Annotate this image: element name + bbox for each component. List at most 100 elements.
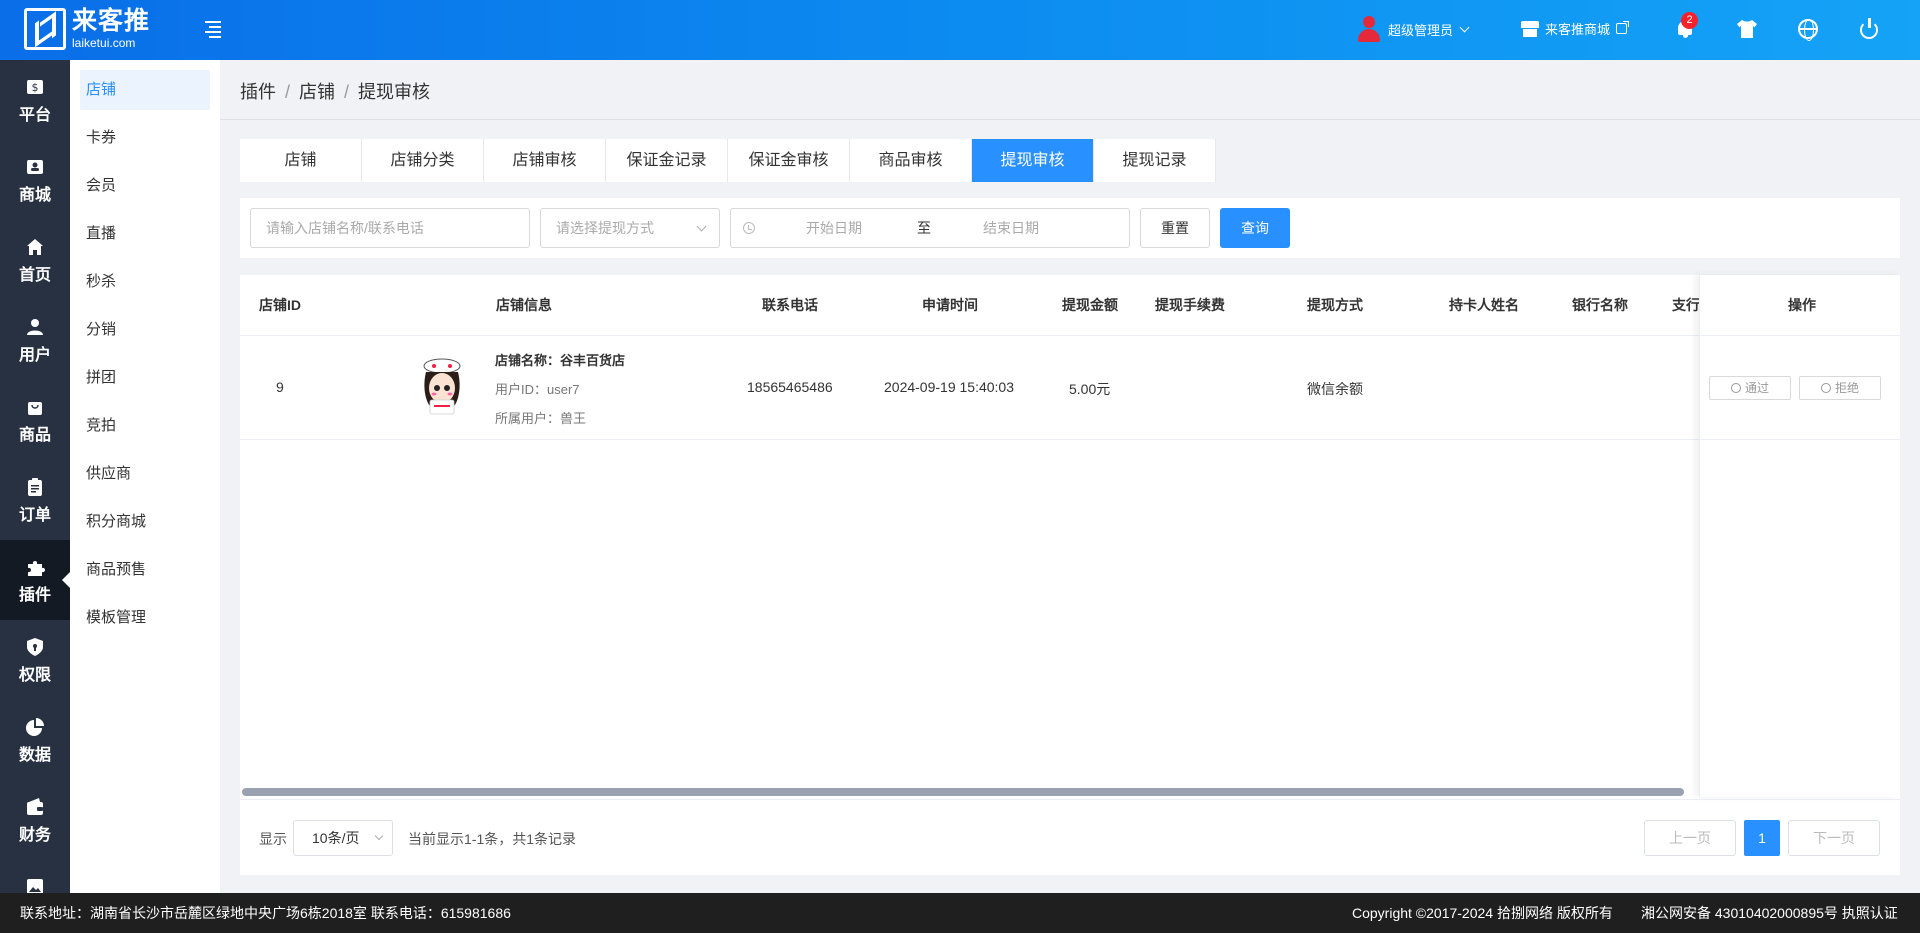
submenu-item-points-mall[interactable]: 积分商城 (80, 502, 210, 542)
cell-phone: 18565465486 (747, 379, 833, 395)
logo[interactable]: 来客推 laiketui.com (24, 8, 150, 50)
breadcrumb-item[interactable]: 店铺 (299, 82, 335, 102)
admin-label: 超级管理员 (1388, 22, 1454, 38)
query-button[interactable]: 查询 (1220, 208, 1290, 248)
column-header: 操作 (1788, 297, 1816, 313)
main-sidebar: $ 平台 商城 首页 用户 商品 订单 插件 权限 数据 财务 (0, 60, 70, 893)
withdraw-method-select[interactable]: 请选择提现方式 (540, 208, 720, 248)
sidebar-label: 平台 (18, 107, 51, 124)
sidebar-label: 订单 (18, 507, 51, 524)
range-separator: 至 (917, 220, 931, 236)
store-avatar (420, 358, 464, 416)
tab-store-category[interactable]: 店铺分类 (362, 139, 484, 182)
filter-bar: 请输入店铺名称/联系电话 请选择提现方式 开始日期 至 结束日期 重置 查询 (240, 198, 1900, 258)
reject-button[interactable]: 拒绝 (1799, 376, 1881, 400)
sidebar-label: 数据 (18, 747, 51, 764)
sidebar-item-data[interactable]: 数据 (0, 700, 70, 780)
sidebar-item-more[interactable] (0, 860, 70, 893)
submenu-item-store[interactable]: 店铺 (80, 70, 210, 110)
power-icon[interactable] (1858, 18, 1880, 40)
sidebar-item-platform[interactable]: $ 平台 (0, 60, 70, 140)
cell-owner: 所属用户：兽王 (495, 411, 587, 426)
date-range-picker[interactable]: 开始日期 至 结束日期 (730, 208, 1130, 248)
search-input[interactable]: 请输入店铺名称/联系电话 (250, 208, 530, 248)
sidebar-item-permission[interactable]: 权限 (0, 620, 70, 700)
submenu-item-supplier[interactable]: 供应商 (80, 454, 210, 494)
sidebar-item-user[interactable]: 用户 (0, 300, 70, 380)
sidebar-item-home[interactable]: 首页 (0, 220, 70, 300)
reset-button[interactable]: 重置 (1140, 208, 1210, 248)
submenu-item-auction[interactable]: 竞拍 (80, 406, 210, 446)
footer-copyright: Copyright ©2017-2024 拾捌网络 版权所有 (1352, 905, 1613, 921)
top-header: 来客推 laiketui.com 超级管理员 来客推商城 2 (0, 0, 1920, 60)
image-icon (26, 878, 44, 893)
sidebar-item-goods[interactable]: 商品 (0, 380, 70, 460)
submenu-item-live[interactable]: 直播 (80, 214, 210, 254)
store-link[interactable]: 来客推商城 (1521, 19, 1630, 38)
tab-withdraw-record[interactable]: 提现记录 (1094, 139, 1216, 182)
sidebar-item-finance[interactable]: 财务 (0, 780, 70, 860)
column-header: 店铺信息 (496, 297, 552, 313)
submenu-item-template[interactable]: 模板管理 (80, 598, 210, 638)
withdraw-table: 店铺ID 店铺信息 联系电话 申请时间 提现金额 提现手续费 提现方式 持卡人姓… (240, 275, 1901, 875)
sidebar-label: 首页 (18, 267, 51, 284)
end-date-input[interactable]: 结束日期 (983, 209, 1039, 247)
tab-store[interactable]: 店铺 (240, 139, 362, 182)
withdraw-method-placeholder: 请选择提现方式 (556, 220, 654, 236)
notification-badge: 2 (1681, 12, 1698, 29)
logo-title: 来客推 (72, 7, 151, 35)
dollar-icon: $ (26, 78, 44, 96)
sidebar-label: 商城 (18, 187, 51, 204)
wallet-icon (26, 798, 44, 816)
tab-deposit-review[interactable]: 保证金审核 (728, 139, 850, 182)
column-header: 申请时间 (922, 297, 978, 313)
cell-amount: 5.00元 (1069, 381, 1111, 397)
tab-withdraw-review[interactable]: 提现审核 (972, 139, 1094, 182)
bag-icon (26, 398, 44, 416)
page-size-select[interactable]: 10条/页 (293, 820, 393, 856)
puzzle-icon (26, 558, 45, 576)
tab-deposit-record[interactable]: 保证金记录 (606, 139, 728, 182)
sidebar-item-plugin[interactable]: 插件 (0, 540, 70, 620)
globe-icon[interactable] (1797, 18, 1819, 41)
check-circle-icon (1730, 383, 1741, 393)
menu-toggle-icon[interactable] (201, 18, 221, 38)
submenu-item-flash-sale[interactable]: 秒杀 (80, 262, 210, 302)
page-number-1[interactable]: 1 (1744, 820, 1780, 856)
pagination-summary: 当前显示1-1条，共1条记录 (408, 831, 577, 847)
sidebar-label: 用户 (18, 347, 51, 364)
logo-mark-icon (24, 8, 66, 50)
column-header: 联系电话 (762, 297, 818, 313)
store-icon (1521, 20, 1539, 37)
submenu-item-presale[interactable]: 商品预售 (80, 550, 210, 590)
clipboard-icon (26, 478, 44, 496)
sidebar-item-order[interactable]: 订单 (0, 460, 70, 540)
external-link-icon (1616, 21, 1630, 34)
column-header: 支行 (1672, 297, 1700, 313)
theme-shirt-icon[interactable] (1736, 18, 1758, 40)
breadcrumb-current: 提现审核 (358, 82, 431, 102)
approve-button[interactable]: 通过 (1709, 376, 1791, 400)
store-label: 来客推商城 (1545, 22, 1611, 37)
sidebar-item-mall[interactable]: 商城 (0, 140, 70, 220)
tab-store-review[interactable]: 店铺审核 (484, 139, 606, 182)
submenu-item-distribution[interactable]: 分销 (80, 310, 210, 350)
admin-dropdown[interactable]: 超级管理员 (1356, 16, 1470, 42)
breadcrumb-item[interactable]: 插件 (240, 82, 276, 102)
submenu-item-group-buy[interactable]: 拼团 (80, 358, 210, 398)
cell-apply-time: 2024-09-19 15:40:03 (884, 379, 1014, 395)
next-page-button[interactable]: 下一页 (1788, 820, 1880, 856)
column-header: 提现金额 (1062, 297, 1118, 313)
footer-icp[interactable]: 湘公网安备 43010402000895号 执照认证 (1641, 893, 1898, 933)
start-date-input[interactable]: 开始日期 (806, 209, 862, 247)
submenu-item-member[interactable]: 会员 (80, 166, 210, 206)
operation-column: 操作 通过 拒绝 (1699, 275, 1901, 797)
prev-page-button[interactable]: 上一页 (1644, 820, 1736, 856)
store-icon (26, 158, 44, 176)
breadcrumb: 插件 / 店铺 / 提现审核 (240, 82, 431, 102)
pie-chart-icon (26, 718, 44, 736)
chevron-down-icon (1459, 22, 1470, 32)
submenu-item-coupon[interactable]: 卡券 (80, 118, 210, 158)
horizontal-scrollbar[interactable] (242, 788, 1684, 796)
tab-goods-review[interactable]: 商品审核 (850, 139, 972, 182)
